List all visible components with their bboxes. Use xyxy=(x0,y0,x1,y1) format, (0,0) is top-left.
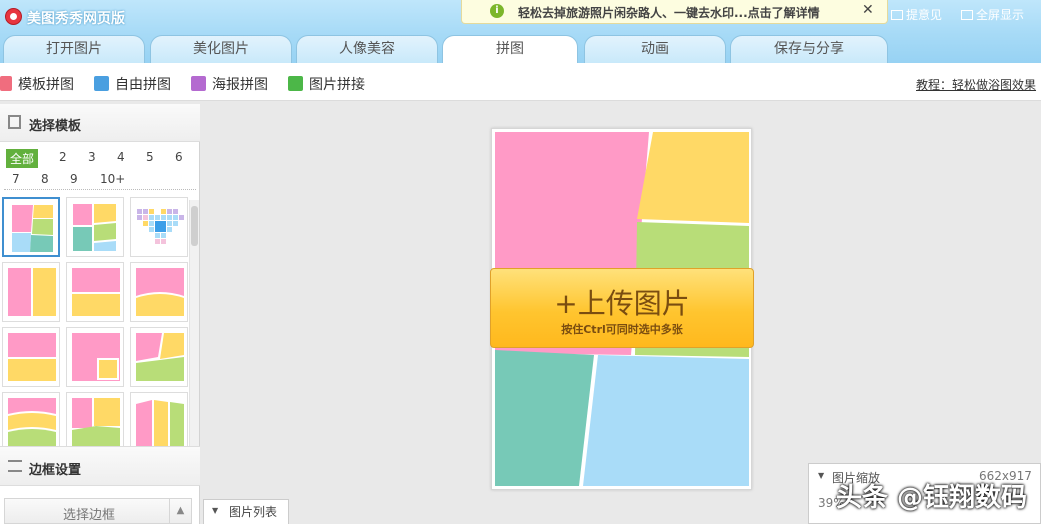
app-logo-icon xyxy=(5,8,22,25)
template-thumb[interactable] xyxy=(130,262,188,322)
collage-cell-blue[interactable] xyxy=(583,355,749,486)
template-thumb[interactable] xyxy=(2,197,60,257)
template-thumb[interactable] xyxy=(130,392,188,452)
image-stitch-button[interactable]: 图片拼接 xyxy=(288,74,365,94)
filter-3[interactable]: 3 xyxy=(88,150,96,164)
choose-border-label: 选择边框 xyxy=(63,508,116,523)
filter-7[interactable]: 7 xyxy=(12,172,20,186)
free-collage-label: 自由拼图 xyxy=(115,77,171,93)
filter-4[interactable]: 4 xyxy=(117,150,125,164)
filter-all[interactable]: 全部 xyxy=(6,149,39,168)
border-section-header: 边框设置 xyxy=(0,446,200,486)
photo-list-label: 图片列表 xyxy=(229,505,278,519)
filter-8[interactable]: 8 xyxy=(41,172,49,186)
filter-divider xyxy=(4,189,196,190)
filter-2[interactable]: 2 xyxy=(59,150,67,164)
template-thumb[interactable] xyxy=(2,262,60,322)
chevron-down-icon[interactable]: ▼ xyxy=(818,471,824,480)
template-collage-icon xyxy=(0,76,12,91)
template-thumb[interactable] xyxy=(2,327,60,387)
collage-cell-teal[interactable] xyxy=(495,350,594,486)
template-thumb[interactable] xyxy=(66,327,124,387)
template-section-title: 选择模板 xyxy=(29,119,82,134)
template-thumb[interactable] xyxy=(130,327,188,387)
collage-mode-toolbar: 模板拼图 自由拼图 海报拼图 图片拼接 教程：轻松做浴图效果 xyxy=(0,63,1041,101)
border-section-title: 边框设置 xyxy=(29,463,82,478)
feedback-button[interactable]: 提意见 xyxy=(891,6,942,23)
template-collage-label: 模板拼图 xyxy=(18,77,74,93)
tab-save-share[interactable]: 保存与分享 xyxy=(730,35,888,63)
template-scrollbar[interactable] xyxy=(189,200,199,446)
collage-cell-yellow[interactable] xyxy=(637,132,749,223)
template-thumb[interactable] xyxy=(66,197,124,257)
close-icon[interactable]: ✕ xyxy=(862,2,874,18)
template-thumb[interactable] xyxy=(66,262,124,322)
filter-10plus[interactable]: 10+ xyxy=(100,172,125,186)
tab-beautify[interactable]: 美化图片 xyxy=(150,35,292,63)
app-title: 美图秀秀网页版 xyxy=(27,11,125,27)
info-icon: i xyxy=(490,4,504,18)
template-collage-button[interactable]: 模板拼图 xyxy=(0,74,74,94)
tab-open-image[interactable]: 打开图片 xyxy=(3,35,145,63)
fullscreen-button[interactable]: 全屏显示 xyxy=(961,6,1024,23)
tab-portrait[interactable]: 人像美容 xyxy=(296,35,438,63)
free-collage-button[interactable]: 自由拼图 xyxy=(94,74,171,94)
filter-9[interactable]: 9 xyxy=(70,172,78,186)
tutorial-link[interactable]: 教程：轻松做浴图效果 xyxy=(916,76,1036,93)
watermark-text: 头条 @钰翔数码 xyxy=(836,483,1028,513)
template-thumb[interactable] xyxy=(2,392,60,452)
tab-animation[interactable]: 动画 xyxy=(584,35,726,63)
fullscreen-label: 全屏显示 xyxy=(976,8,1025,22)
poster-collage-button[interactable]: 海报拼图 xyxy=(191,74,268,94)
poster-collage-label: 海报拼图 xyxy=(212,77,268,93)
chat-icon xyxy=(891,10,903,20)
image-stitch-label: 图片拼接 xyxy=(309,77,365,93)
main-tab-bar: 打开图片 美化图片 人像美容 拼图 动画 保存与分享 xyxy=(0,32,1041,64)
image-stitch-icon xyxy=(288,76,303,91)
upload-image-label: +上传图片 xyxy=(554,287,690,320)
promo-banner-text[interactable]: 轻松去掉旅游照片闲杂路人、一键去水印...点击了解详情 xyxy=(518,4,820,21)
poster-collage-icon xyxy=(191,76,206,91)
chevron-up-icon[interactable]: ▲ xyxy=(169,498,191,524)
template-panel: 选择模板 全部 2 3 4 5 6 7 8 9 10+ 边框设置 选择边框 ▲ xyxy=(0,104,200,524)
promo-banner[interactable]: i 轻松去掉旅游照片闲杂路人、一键去水印...点击了解详情 ✕ xyxy=(461,0,888,24)
title-bar: 美图秀秀网页版 i 轻松去掉旅游照片闲杂路人、一键去水印...点击了解详情 ✕ … xyxy=(0,0,1041,32)
template-section-header: 选择模板 xyxy=(0,104,200,142)
tab-collage[interactable]: 拼图 xyxy=(442,35,578,64)
filter-6[interactable]: 6 xyxy=(175,150,183,164)
choose-border-dropdown[interactable]: 选择边框 ▲ xyxy=(4,498,192,524)
scrollbar-thumb[interactable] xyxy=(191,206,198,246)
free-collage-icon xyxy=(94,76,109,91)
template-icon xyxy=(8,115,21,129)
chevron-down-icon: ▼ xyxy=(212,506,219,515)
upload-image-button[interactable]: +上传图片 按住Ctrl可同时选中多张 xyxy=(490,268,754,348)
feedback-label: 提意见 xyxy=(906,8,943,22)
filter-5[interactable]: 5 xyxy=(146,150,154,164)
fullscreen-icon xyxy=(961,10,973,20)
template-thumb[interactable] xyxy=(66,392,124,452)
photo-list-tab[interactable]: ▼ 图片列表 xyxy=(203,499,289,524)
border-settings-icon xyxy=(8,460,22,472)
upload-hint: 按住Ctrl可同时选中多张 xyxy=(561,323,683,336)
template-thumb[interactable] xyxy=(130,197,188,257)
